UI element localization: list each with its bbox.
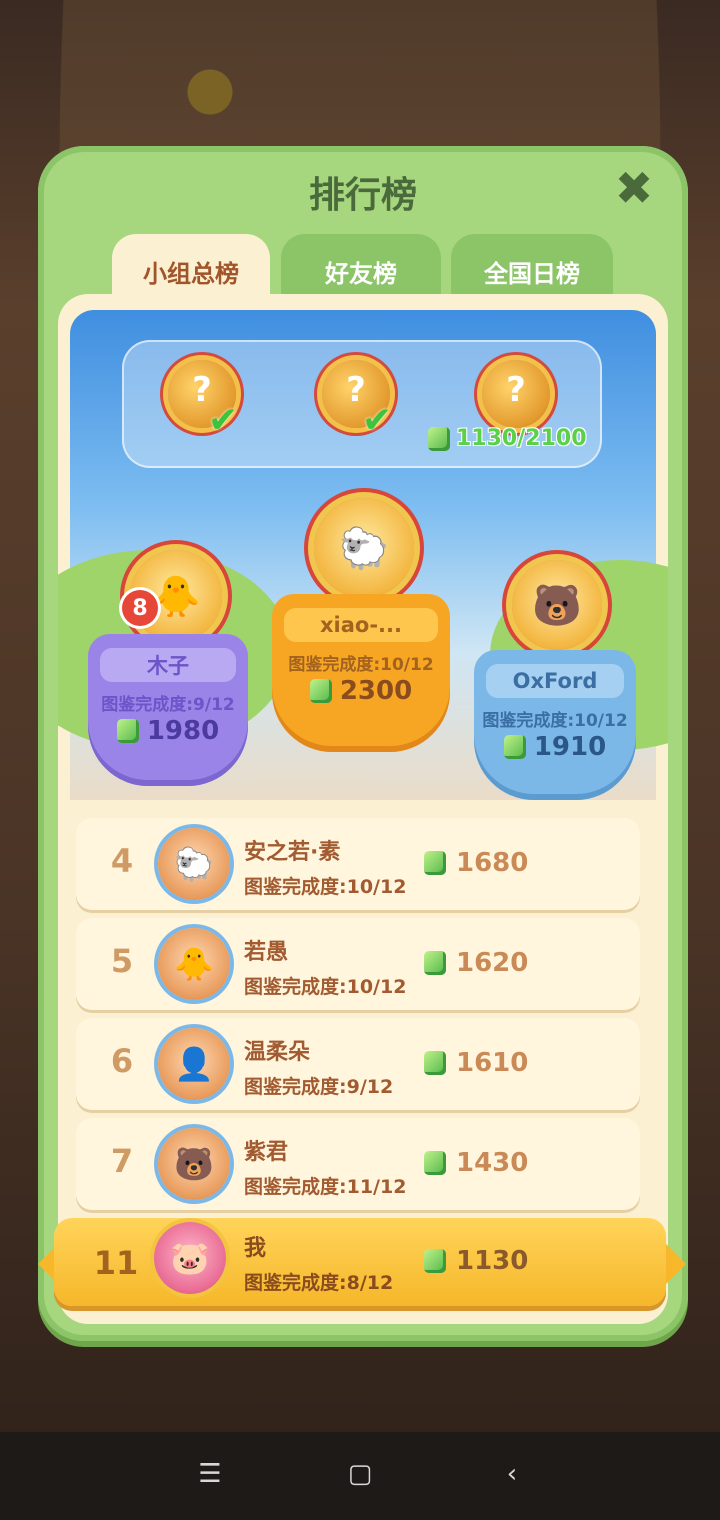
completion-text: 图鉴完成度:10/12	[288, 655, 434, 675]
player-name: 紫君	[244, 1140, 289, 1165]
list-item[interactable]: 6 👤 温柔朵 图鉴完成度:9/12 1610	[76, 1018, 640, 1110]
rank-number: 7	[110, 1142, 134, 1180]
me-bar-right-tip	[666, 1244, 686, 1284]
avatar: 🐑	[158, 828, 230, 900]
panel-title: 排行榜	[308, 175, 417, 216]
checkmark-icon: ✔	[362, 400, 393, 441]
score: 1130	[424, 1246, 528, 1276]
list-item[interactable]: 5 🐥 若愚 图鉴完成度:10/12 1620	[76, 918, 640, 1010]
avatar: 🐑	[314, 498, 414, 598]
home-icon[interactable]: ▢	[340, 1454, 380, 1494]
back-icon[interactable]: ‹	[492, 1454, 532, 1494]
list-item[interactable]: 4 🐑 安之若·素 图鉴完成度:10/12 1680	[76, 818, 640, 910]
score: 1680	[424, 848, 528, 878]
my-rank-bar[interactable]: 11 🐷 我 图鉴完成度:8/12 1130	[54, 1218, 666, 1306]
avatar: 🐻	[512, 560, 602, 650]
gem-icon	[424, 1249, 446, 1273]
score: 1980	[88, 716, 248, 746]
reward-chest-icon[interactable]: ? ✔	[322, 360, 392, 441]
progress-text: 1130/2100	[456, 426, 587, 451]
completion-text: 图鉴完成度:10/12	[244, 976, 407, 998]
reward-chest-icon[interactable]: ?	[482, 360, 550, 428]
system-nav-bar: ☰ ▢ ‹	[0, 1432, 720, 1520]
completion-text: 图鉴完成度:8/12	[244, 1272, 394, 1294]
gem-icon	[503, 735, 526, 759]
podium-shield: xiao-... 图鉴完成度:10/12 2300	[272, 594, 450, 752]
reward-progress: 1130/2100	[428, 426, 587, 451]
avatar: 🐻	[158, 1128, 230, 1200]
player-name: 安之若·素	[244, 840, 341, 865]
gem-icon	[116, 719, 139, 743]
podium-shield: 木子 图鉴完成度:9/12 1980	[88, 634, 248, 786]
podium-sky-background: ? ✔ ? ✔ ? 1130/2100 🐥 8 木子 图鉴完成度:9/12 19…	[58, 310, 668, 800]
gem-icon	[424, 1051, 446, 1075]
gem-icon	[309, 679, 332, 703]
rank-number: 6	[110, 1042, 134, 1080]
rank-number: 4	[110, 842, 134, 880]
score: 2300	[272, 676, 450, 706]
bear-icon: 🐻	[532, 582, 582, 629]
avatar: 🐥	[158, 928, 230, 1000]
player-name: 若愚	[244, 940, 289, 965]
avatar: 🐷	[154, 1222, 226, 1294]
completion-text: 图鉴完成度:10/12	[244, 876, 407, 898]
menu-icon[interactable]: ☰	[190, 1454, 230, 1494]
player-name: 温柔朵	[244, 1040, 311, 1065]
level-badge: 8	[122, 590, 158, 626]
podium-shield: OxFord 图鉴完成度:10/12 1910	[474, 650, 636, 800]
leaderboard-panel: 排行榜 ✖ 小组总榜 好友榜 全国日榜 ? ✔ ? ✔ ? 1130/2100 …	[38, 146, 688, 1341]
gem-icon	[424, 851, 446, 875]
list-item[interactable]: 7 🐻 紫君 图鉴完成度:11/12 1430	[76, 1118, 640, 1210]
player-name: 我	[244, 1236, 267, 1261]
gem-icon	[428, 426, 450, 451]
reward-progress-box: ? ✔ ? ✔ ? 1130/2100	[122, 340, 602, 468]
checkmark-icon: ✔	[208, 400, 239, 441]
player-name: xiao-...	[284, 608, 438, 642]
gem-icon	[424, 1151, 446, 1175]
completion-text: 图鉴完成度:9/12	[101, 695, 235, 715]
score: 1610	[424, 1048, 528, 1078]
score: 1430	[424, 1148, 528, 1178]
leaderboard-content: ? ✔ ? ✔ ? 1130/2100 🐥 8 木子 图鉴完成度:9/12 19…	[58, 294, 668, 1324]
completion-text: 图鉴完成度:9/12	[244, 1076, 394, 1098]
completion-text: 图鉴完成度:11/12	[244, 1176, 407, 1198]
avatar: 👤	[158, 1028, 230, 1100]
sheep-icon: 🐑	[339, 525, 389, 572]
rank-number: 11	[93, 1244, 139, 1282]
player-name: OxFord	[486, 664, 624, 698]
completion-text: 图鉴完成度:10/12	[482, 711, 628, 731]
reward-chest-icon[interactable]: ? ✔	[168, 360, 238, 441]
close-icon[interactable]: ✖	[612, 165, 656, 212]
player-name: 木子	[100, 648, 236, 682]
gem-icon	[424, 951, 446, 975]
rank-number: 5	[110, 942, 134, 980]
score: 1620	[424, 948, 528, 978]
score: 1910	[474, 732, 636, 762]
